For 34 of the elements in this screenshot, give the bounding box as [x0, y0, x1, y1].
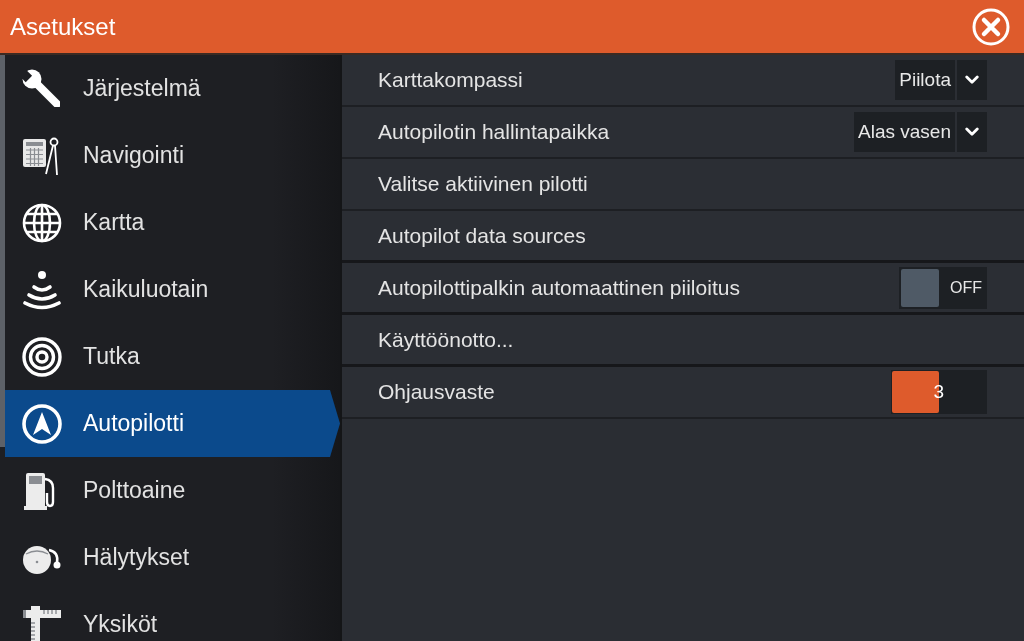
sidebar-item[interactable]: Kaikuluotain [5, 256, 340, 323]
dropdown[interactable]: Piilota [895, 60, 987, 100]
sidebar-item[interactable]: Järjestelmä [5, 55, 340, 122]
setting-label: Autopilottipalkin automaattinen piiloitus [378, 275, 740, 300]
sidebar-item[interactable]: Hälytykset [5, 524, 340, 591]
setting-label: Autopilotin hallintapaikka [378, 120, 610, 144]
slider-value: 3 [933, 381, 944, 403]
sidebar-item[interactable]: Polttoaine [5, 457, 340, 524]
sidebar-item[interactable]: Yksiköt [5, 591, 340, 641]
globe-icon [22, 202, 62, 243]
setting-label: Autopilot data sources [378, 223, 586, 248]
toggle-knob[interactable] [901, 268, 939, 307]
sidebar-item[interactable]: Autopilotti [5, 390, 340, 457]
close-icon [972, 7, 1010, 46]
radar-icon [22, 336, 62, 377]
toggle-switch[interactable]: OFF [899, 266, 987, 309]
setting-label: Valitse aktiivinen pilotti [378, 172, 588, 196]
setting-label: Käyttöönotto... [378, 327, 514, 352]
chevron-down-icon [965, 127, 979, 137]
sonar-icon [22, 269, 62, 310]
dropdown[interactable]: Alas vasen [854, 112, 987, 152]
setting-label: Ohjausvaste [378, 380, 495, 404]
sidebar-item[interactable]: Kartta [5, 189, 340, 256]
scrollbar-thumb[interactable] [0, 55, 5, 447]
close-button[interactable] [972, 7, 1010, 46]
slider-track[interactable]: 3 [891, 370, 987, 414]
chevron-down-icon [965, 75, 979, 85]
setting-label: Karttakompassi [378, 68, 523, 92]
sidebar-item[interactable]: Navigointi [5, 122, 340, 189]
window-title: Asetukset [10, 12, 116, 41]
ruler-icon [22, 604, 62, 641]
wrench-icon [22, 68, 62, 109]
sidebar-item[interactable]: Tutka [5, 323, 340, 390]
settings-row[interactable]: Ohjausvaste 3 [342, 367, 1024, 419]
